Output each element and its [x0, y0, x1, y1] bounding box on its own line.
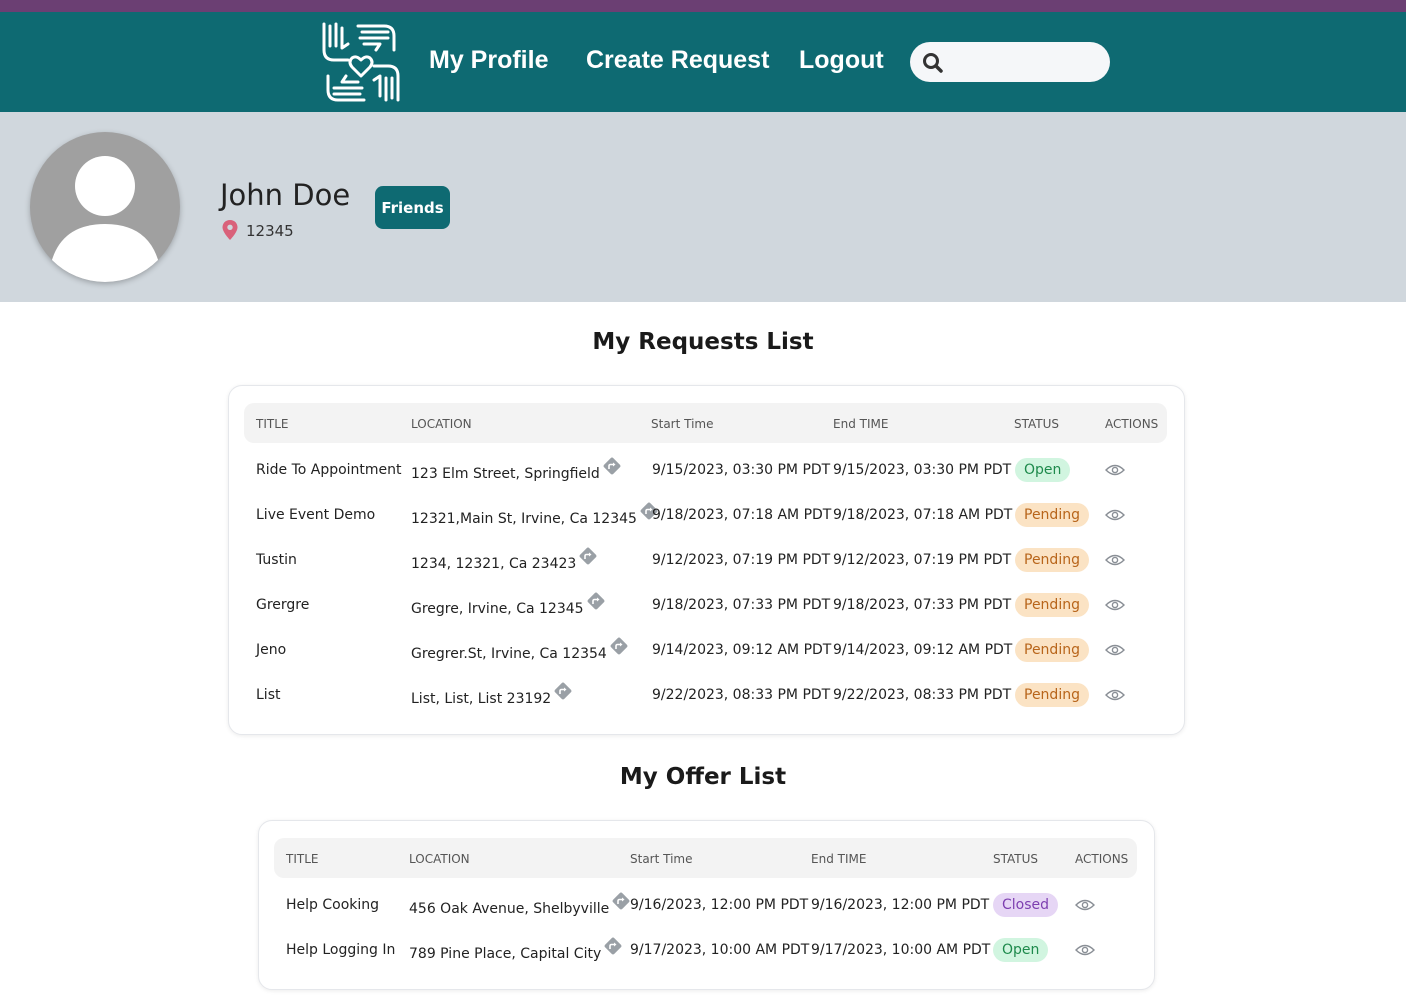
nav-my-profile[interactable]: My Profile	[429, 46, 548, 75]
status-badge: Open	[993, 938, 1049, 962]
navbar: My Profile Create Request Logout	[0, 12, 1406, 112]
eye-icon[interactable]	[1105, 688, 1125, 702]
row-end-time: 9/22/2023, 08:33 PM PDT	[833, 687, 1012, 703]
table-row: Grergre Gregre, Irvine, Ca 12345 9/18/2023…	[229, 591, 1184, 636]
row-title: List	[256, 687, 281, 703]
row-end-time: 9/18/2023, 07:18 AM PDT	[833, 507, 1013, 523]
row-title: Jeno	[256, 642, 287, 658]
directions-icon[interactable]	[586, 591, 606, 611]
status-badge: Closed	[993, 893, 1059, 917]
row-location: 789 Pine Place, Capital City	[409, 946, 602, 962]
table-row: List List, List, List 23192 9/22/2023, 08:…	[229, 681, 1184, 726]
search-icon[interactable]	[922, 52, 944, 74]
col-actions: ACTIONS	[1105, 417, 1159, 431]
search-box	[910, 42, 1110, 82]
row-title: Help Logging In	[286, 942, 396, 958]
row-title: Live Event Demo	[256, 507, 376, 523]
requests-table-header: TITLE LOCATION Start Time End TIME STATU…	[244, 403, 1167, 443]
row-location: Gregre, Irvine, Ca 12345	[411, 601, 584, 617]
hands-heart-logo-icon[interactable]	[318, 20, 404, 104]
status-badge: Pending	[1015, 638, 1089, 662]
row-end-time: 9/17/2023, 10:00 AM PDT	[811, 942, 991, 958]
row-start-time: 9/22/2023, 08:33 PM PDT	[652, 687, 831, 703]
friends-button[interactable]: Friends	[375, 186, 450, 229]
avatar	[30, 132, 180, 282]
profile-name: John Doe	[220, 178, 351, 212]
requests-card: TITLE LOCATION Start Time End TIME STATU…	[228, 385, 1185, 735]
row-title: Help Cooking	[286, 897, 380, 913]
table-row: Tustin 1234, 12321, Ca 23423 9/12/2023, 07…	[229, 546, 1184, 591]
directions-icon[interactable]	[553, 681, 573, 701]
col-location: LOCATION	[409, 852, 470, 866]
nav-logout[interactable]: Logout	[799, 46, 884, 75]
row-start-time: 9/18/2023, 07:33 PM PDT	[652, 597, 831, 613]
row-start-time: 9/12/2023, 07:19 PM PDT	[652, 552, 831, 568]
col-actions: ACTIONS	[1075, 852, 1129, 866]
col-location: LOCATION	[411, 417, 472, 431]
eye-icon[interactable]	[1105, 508, 1125, 522]
col-title: TITLE	[256, 417, 289, 431]
col-start-time: Start Time	[630, 852, 693, 866]
location-pin-icon	[222, 220, 238, 240]
row-start-time: 9/14/2023, 09:12 AM PDT	[652, 642, 832, 658]
directions-icon[interactable]	[578, 546, 598, 566]
row-start-time: 9/17/2023, 10:00 AM PDT	[630, 942, 810, 958]
status-badge: Pending	[1015, 548, 1089, 572]
col-end-time: End TIME	[811, 852, 867, 866]
eye-icon[interactable]	[1075, 898, 1095, 912]
eye-icon[interactable]	[1105, 463, 1125, 477]
directions-icon[interactable]	[609, 636, 629, 656]
col-end-time: End TIME	[833, 417, 889, 431]
offers-title: My Offer List	[619, 764, 787, 790]
row-location: 1234, 12321, Ca 23423	[411, 556, 577, 572]
eye-icon[interactable]	[1105, 553, 1125, 567]
status-badge: Pending	[1015, 593, 1089, 617]
status-badge: Open	[1015, 458, 1071, 482]
eye-icon[interactable]	[1105, 643, 1125, 657]
top-strip	[0, 0, 1406, 12]
user-silhouette-icon	[48, 156, 162, 282]
directions-icon[interactable]	[602, 456, 622, 476]
col-title: TITLE	[286, 852, 319, 866]
row-title: Ride To Appointment	[256, 462, 402, 478]
table-row: Live Event Demo 12321,Main St, Irvine, Ca…	[229, 501, 1184, 546]
table-row: Jeno Gregrer.St, Irvine, Ca 12354 9/14/202…	[229, 636, 1184, 681]
directions-icon[interactable]	[603, 936, 623, 956]
profile-header: John Doe 12345 Friends	[0, 112, 1406, 302]
col-status: STATUS	[1014, 417, 1060, 431]
row-title: Grergre	[256, 597, 310, 613]
offers-table-header: TITLE LOCATION Start Time End TIME STATU…	[274, 838, 1137, 878]
eye-icon[interactable]	[1105, 598, 1125, 612]
row-end-time: 9/16/2023, 12:00 PM PDT	[811, 897, 990, 913]
row-start-time: 9/18/2023, 07:18 AM PDT	[652, 507, 832, 523]
row-end-time: 9/14/2023, 09:12 AM PDT	[833, 642, 1013, 658]
row-end-time: 9/12/2023, 07:19 PM PDT	[833, 552, 1012, 568]
col-status: STATUS	[993, 852, 1039, 866]
requests-title: My Requests List	[592, 329, 814, 355]
status-badge: Pending	[1015, 503, 1089, 527]
row-title: Tustin	[256, 552, 297, 568]
zip-code: 12345	[246, 222, 294, 240]
row-location: List, List, List 23192	[411, 691, 552, 707]
eye-icon[interactable]	[1075, 943, 1095, 957]
row-location: Gregrer.St, Irvine, Ca 12354	[411, 646, 607, 662]
table-row: Help Cooking 456 Oak Avenue, Shelbyville 9…	[259, 891, 1154, 936]
row-start-time: 9/16/2023, 12:00 PM PDT	[630, 897, 809, 913]
col-start-time: Start Time	[651, 417, 714, 431]
row-start-time: 9/15/2023, 03:30 PM PDT	[652, 462, 831, 478]
nav-create-request[interactable]: Create Request	[586, 46, 769, 75]
table-row: Help Logging In 789 Pine Place, Capital C…	[259, 936, 1154, 981]
row-location: 12321,Main St, Irvine, Ca 12345	[411, 511, 637, 527]
row-location: 456 Oak Avenue, Shelbyville	[409, 901, 610, 917]
table-row: Ride To Appointment 123 Elm Street, Sprin…	[229, 456, 1184, 501]
status-badge: Pending	[1015, 683, 1089, 707]
row-end-time: 9/18/2023, 07:33 PM PDT	[833, 597, 1012, 613]
row-location: 123 Elm Street, Springfield	[411, 466, 600, 482]
offers-card: TITLE LOCATION Start Time End TIME STATU…	[258, 820, 1155, 990]
directions-icon[interactable]	[611, 891, 631, 911]
row-end-time: 9/15/2023, 03:30 PM PDT	[833, 462, 1012, 478]
search-input[interactable]	[954, 48, 1104, 78]
